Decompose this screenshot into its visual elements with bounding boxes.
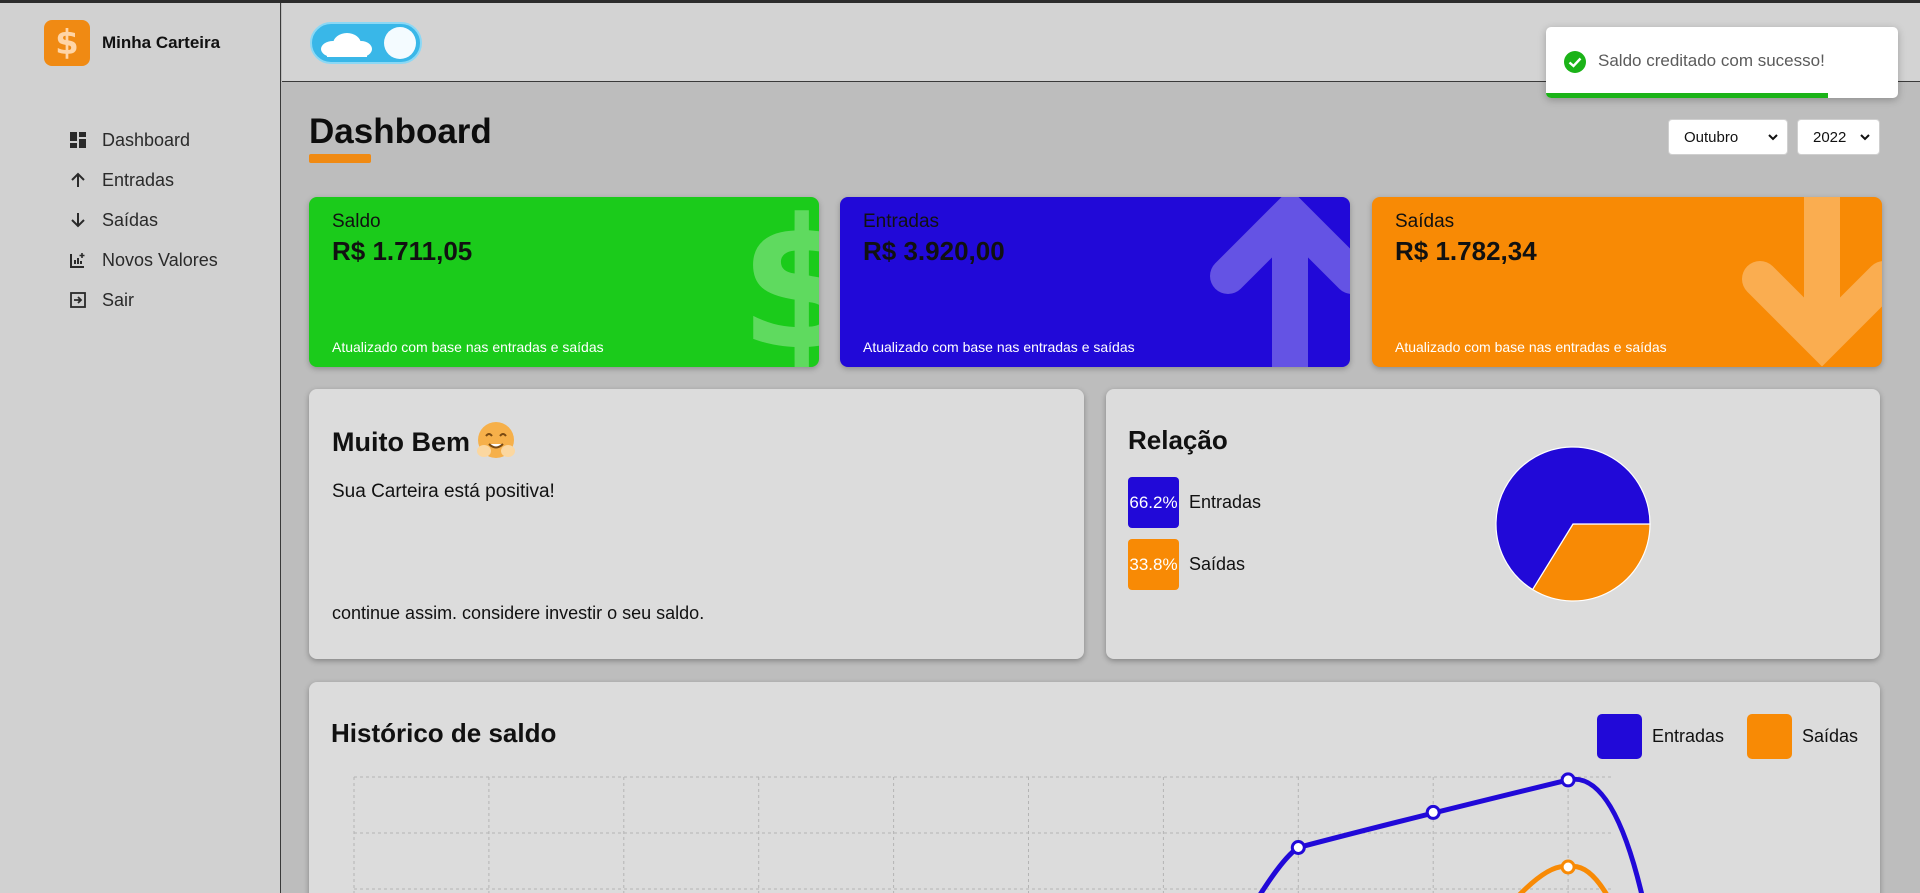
dollar-icon: $ [749, 197, 819, 367]
year-select[interactable]: 2022 [1797, 119, 1880, 155]
relation-pie-chart [1495, 446, 1651, 602]
card-amount: R$ 3.920,00 [863, 236, 1005, 266]
arrow-up-icon [1210, 197, 1350, 367]
chevron-down-icon [1860, 134, 1870, 141]
toast-progress-bar [1546, 93, 1828, 98]
sidebar-item-label: Novos Valores [102, 249, 218, 270]
toast-message: Saldo creditado com sucesso! [1598, 51, 1825, 70]
sidebar-item-label: Sair [102, 289, 135, 310]
brand[interactable]: $ Minha Carteira [44, 20, 220, 66]
year-select-value: 2022 [1813, 128, 1847, 146]
card-title: Saldo [332, 211, 381, 232]
month-select[interactable]: Outubro [1668, 119, 1788, 155]
sidebar-item-label: Saídas [102, 209, 159, 230]
history-title: Histórico de saldo [331, 718, 557, 748]
wallet-message-panel: Muito Bem Sua Carteira está positiva! co… [309, 389, 1084, 659]
legend-item-entradas: 66.2% Entradas [1128, 477, 1261, 528]
card-amount: R$ 1.711,05 [332, 236, 473, 266]
legend-swatch [1747, 714, 1792, 759]
legend-item-saidas: 33.8% Saídas [1128, 539, 1245, 590]
legend-label: Entradas [1189, 492, 1262, 512]
legend-item-saidas: Saídas [1747, 714, 1858, 759]
dashboard-icon [68, 130, 88, 150]
cloud-icon [321, 33, 372, 57]
card-footer: Atualizado com base nas entradas e saída… [332, 339, 604, 355]
sidebar-item-label: Entradas [102, 169, 175, 190]
message-footer: continue assim. considere investir o seu… [332, 603, 705, 623]
data-point-entradas[interactable] [1560, 772, 1576, 788]
legend-percent-badge: 66.2% [1128, 477, 1179, 528]
card-title: Entradas [863, 211, 940, 232]
arrow-up-icon [68, 170, 88, 190]
sidebar-item-label: Dashboard [102, 129, 191, 150]
balance-history-panel: Histórico de saldo Entradas Saídas [309, 682, 1880, 893]
legend-item-entradas: Entradas [1597, 714, 1724, 759]
page-title: Dashboard [309, 112, 492, 151]
title-underline [309, 154, 371, 163]
legend-swatch [1597, 714, 1642, 759]
month-select-value: Outubro [1684, 128, 1739, 146]
relation-panel: Relação 66.2% Entradas 33.8% Saídas [1106, 389, 1880, 659]
success-toast[interactable]: Saldo creditado com sucesso! [1546, 27, 1898, 98]
data-point-saídas[interactable] [1560, 859, 1576, 875]
balance-card: $ Saldo R$ 1.711,05 Atualizado com base … [309, 197, 819, 367]
brand-name: Minha Carteira [102, 33, 221, 52]
card-footer: Atualizado com base nas entradas e saída… [1395, 339, 1667, 355]
legend-percent-badge: 33.8% [1128, 539, 1179, 590]
chevron-down-icon [1768, 134, 1778, 141]
arrow-down-icon [68, 210, 88, 230]
svg-text:$: $ [749, 197, 819, 367]
card-footer: Atualizado com base nas entradas e saída… [863, 339, 1135, 355]
income-card: Entradas R$ 3.920,00 Atualizado com base… [840, 197, 1350, 367]
hugging-face-emoji-icon [477, 422, 515, 458]
message-description: Sua Carteira está positiva! [332, 481, 555, 502]
sidebar-item-entradas[interactable]: Entradas [68, 160, 218, 200]
message-title: Muito Bem [332, 427, 470, 457]
series-line-saídas [1517, 863, 1609, 893]
toggle-knob [384, 27, 416, 59]
sidebar-menu: Dashboard Entradas Saídas Novos Valores … [68, 120, 218, 320]
legend-label: Saídas [1802, 726, 1859, 746]
data-point-entradas[interactable] [1290, 840, 1306, 855]
card-title: Saídas [1395, 211, 1455, 232]
logout-icon [68, 290, 88, 310]
card-amount: R$ 1.782,34 [1395, 236, 1537, 266]
add-chart-icon [68, 250, 88, 270]
sidebar-item-sair[interactable]: Sair [68, 280, 218, 320]
theme-toggle[interactable] [310, 22, 422, 64]
series-line-entradas [1258, 776, 1644, 893]
legend-label: Saídas [1189, 554, 1246, 574]
data-point-entradas[interactable] [1425, 804, 1441, 820]
expense-card: Saídas R$ 1.782,34 Atualizado com base n… [1372, 197, 1882, 367]
sidebar-item-novos-valores[interactable]: Novos Valores [68, 240, 218, 280]
sidebar-item-dashboard[interactable]: Dashboard [68, 120, 218, 160]
check-circle-icon [1564, 51, 1586, 73]
dollar-logo-icon: $ [44, 20, 90, 66]
legend-label: Entradas [1652, 726, 1725, 746]
sidebar: $ Minha Carteira Dashboard Entradas Saíd… [0, 3, 281, 893]
arrow-down-icon [1742, 197, 1882, 367]
relation-title: Relação [1128, 425, 1228, 455]
sidebar-item-saidas[interactable]: Saídas [68, 200, 218, 240]
